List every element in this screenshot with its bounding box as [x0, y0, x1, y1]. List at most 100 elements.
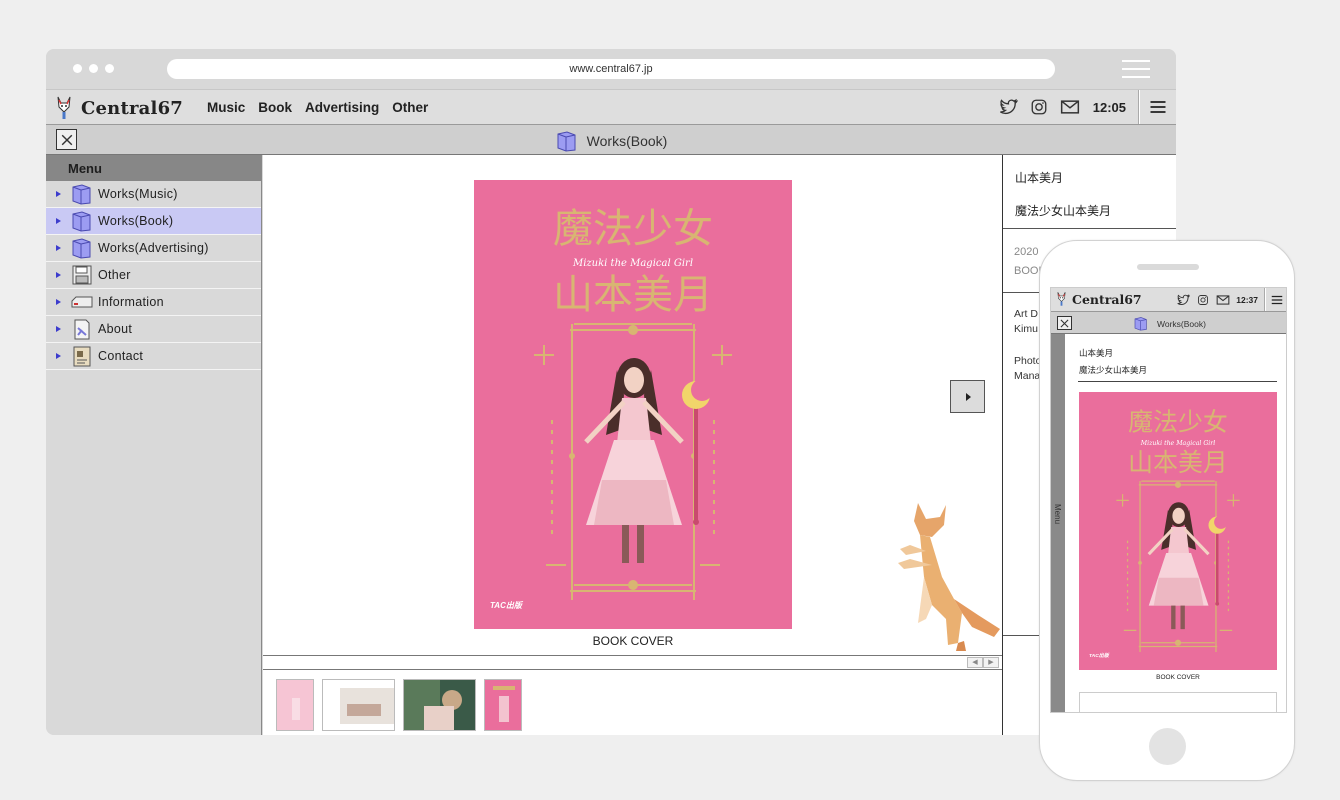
- expand-triangle-icon: [56, 272, 61, 278]
- sidebar-item-label: Other: [98, 268, 131, 282]
- phone-header-tools: 12:37: [1176, 288, 1287, 311]
- phone-app-header: Central67 12:37: [1051, 288, 1287, 312]
- expand-triangle-icon: [56, 191, 61, 197]
- twitter-icon[interactable]: [998, 97, 1018, 117]
- sidebar-item-works-book[interactable]: Works(Book): [46, 208, 261, 235]
- top-navigation: Music Book Advertising Other: [207, 100, 428, 115]
- instagram-icon[interactable]: [1029, 97, 1049, 117]
- window-dot[interactable]: [89, 64, 98, 73]
- expand-triangle-icon: [56, 218, 61, 224]
- phone-speaker: [1137, 264, 1199, 270]
- phone-window-titlebar: Works(Book): [1051, 312, 1286, 334]
- scroll-right-arrow-icon[interactable]: ▶: [983, 657, 999, 668]
- sidebar-item-contact[interactable]: Contact: [46, 343, 261, 370]
- letter-icon: [70, 345, 94, 367]
- window-dot[interactable]: [105, 64, 114, 73]
- sidebar-item-other[interactable]: Other: [46, 262, 261, 289]
- divider: [1264, 288, 1266, 311]
- phone-window-title-text: Works(Book): [1157, 318, 1206, 329]
- thumbnail-lying-photo[interactable]: [322, 679, 395, 731]
- drive-icon: [70, 291, 94, 313]
- nav-advertising[interactable]: Advertising: [305, 100, 379, 115]
- book-cover-image: 魔法少女 Mizuki the Magical Girl 山本美月: [474, 180, 792, 629]
- phone-menu-drawer-handle[interactable]: Menu: [1051, 334, 1065, 712]
- image-caption: BOOK COVER: [592, 634, 674, 648]
- cover-subtitle: Mizuki the Magical Girl: [572, 258, 693, 269]
- phone-mockup: Central67 12:37 Works(Book) Menu 山本美月 魔法…: [1039, 240, 1295, 781]
- folder-icon: [70, 210, 94, 232]
- folder-icon: [70, 237, 94, 259]
- document-icon: [70, 318, 94, 340]
- close-icon: [1060, 319, 1069, 328]
- phone-content: 山本美月 魔法少女山本美月 魔法少女 Mizuki the Magical Gi…: [1065, 334, 1286, 712]
- sidebar-item-label: Works(Advertising): [98, 241, 209, 255]
- sidebar-item-label: Works(Music): [98, 187, 178, 201]
- hamburger-menu-icon[interactable]: [1270, 293, 1284, 307]
- divider: [1078, 381, 1277, 382]
- window-dot[interactable]: [73, 64, 82, 73]
- sidebar-item-about[interactable]: About: [46, 316, 261, 343]
- address-bar[interactable]: www.central67.jp: [167, 59, 1055, 79]
- phone-menu-label: Menu: [1053, 504, 1062, 525]
- image-viewer: 魔法少女 Mizuki the Magical Girl 山本美月 BOOK C…: [263, 155, 1003, 735]
- horizontal-scrollbar[interactable]: ◀ ▶: [263, 655, 1003, 670]
- window-title: Works(Book): [46, 130, 1176, 152]
- desktop-browser-mockup: www.central67.jp Central67 Music Book Ad…: [46, 49, 1176, 735]
- phone-close-button[interactable]: [1057, 316, 1072, 330]
- sidebar-item-label: Works(Book): [98, 214, 174, 228]
- play-arrow-icon: [965, 392, 971, 401]
- thumbnail-strip: [276, 679, 522, 731]
- sidebar-item-works-advertising[interactable]: Works(Advertising): [46, 235, 261, 262]
- brand-name: Central67: [81, 97, 184, 119]
- hamburger-menu-icon[interactable]: [1140, 90, 1176, 124]
- expand-triangle-icon: [56, 299, 61, 305]
- app-header: Central67 Music Book Advertising Other 1…: [46, 89, 1176, 125]
- folder-icon: [555, 130, 579, 152]
- clock: 12:05: [1092, 99, 1126, 115]
- expand-triangle-icon: [56, 353, 61, 359]
- sidebar-item-works-music[interactable]: Works(Music): [46, 181, 261, 208]
- thumbnail-book-cover[interactable]: [484, 679, 522, 731]
- instagram-icon[interactable]: [1196, 293, 1210, 307]
- fox-illustration: [896, 495, 1000, 655]
- sidebar-item-label: About: [98, 322, 133, 336]
- fox-logo-icon: [55, 95, 73, 121]
- phone-screen: Central67 12:37 Works(Book) Menu 山本美月 魔法…: [1050, 287, 1287, 713]
- sidebar-item-label: Contact: [98, 349, 144, 363]
- phone-cover-subtitle: Mizuki the Magical Girl: [1140, 440, 1216, 447]
- mail-icon[interactable]: [1060, 97, 1080, 117]
- mail-icon[interactable]: [1216, 293, 1230, 307]
- expand-triangle-icon: [56, 245, 61, 251]
- browser-menu-icon[interactable]: [1122, 60, 1150, 78]
- window-controls: [73, 64, 114, 73]
- phone-home-button[interactable]: [1149, 728, 1186, 765]
- folder-icon: [1133, 316, 1149, 331]
- twitter-icon[interactable]: [1176, 293, 1190, 307]
- next-image-button[interactable]: [950, 380, 985, 413]
- floppy-disk-icon: [70, 264, 94, 286]
- window-title-text: Works(Book): [586, 133, 668, 149]
- sidebar-item-label: Information: [98, 295, 164, 309]
- phone-cover-title-line2: 山本美月: [1128, 448, 1228, 477]
- phone-book-cover-image: 魔法少女 Mizuki the Magical Girl 山本美月: [1079, 392, 1277, 670]
- artist-name: 山本美月: [1015, 171, 1064, 185]
- site-logo[interactable]: Central67: [55, 95, 183, 121]
- header-tools: 12:05: [998, 90, 1176, 124]
- folder-icon: [70, 183, 94, 205]
- sidebar-item-information[interactable]: Information: [46, 289, 261, 316]
- thumbnail-pink-cover[interactable]: [276, 679, 314, 731]
- phone-next-card: [1079, 692, 1277, 712]
- phone-clock: 12:37: [1236, 294, 1258, 305]
- scroll-left-arrow-icon[interactable]: ◀: [967, 657, 983, 668]
- thumbnail-fantasy-photo[interactable]: [403, 679, 476, 731]
- fox-logo-icon: [1056, 291, 1067, 307]
- nav-other[interactable]: Other: [392, 100, 428, 115]
- browser-chrome: www.central67.jp: [46, 49, 1176, 89]
- nav-book[interactable]: Book: [258, 100, 292, 115]
- phone-site-logo[interactable]: Central67: [1056, 291, 1142, 307]
- cover-title-line2: 山本美月: [553, 272, 713, 318]
- phone-window-title: Works(Book): [1133, 316, 1206, 331]
- nav-music[interactable]: Music: [207, 100, 245, 115]
- phone-cover-title-line1: 魔法少女: [1128, 407, 1228, 436]
- cover-title-line1: 魔法少女: [553, 206, 713, 252]
